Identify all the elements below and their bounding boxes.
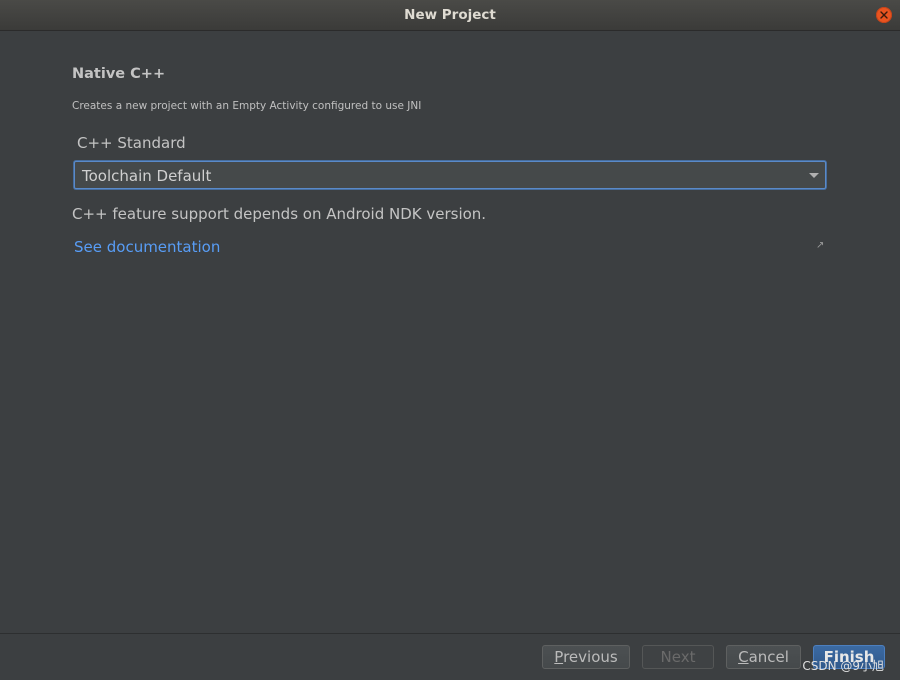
chevron-down-icon [809, 173, 819, 178]
previous-label: revious [563, 648, 618, 666]
close-icon [880, 11, 888, 19]
cancel-button[interactable]: Cancel [726, 645, 801, 669]
window-title: New Project [404, 7, 496, 23]
cpp-standard-select[interactable]: Toolchain Default [74, 161, 826, 189]
previous-mnemonic: P [554, 648, 564, 666]
new-project-dialog: New Project Native C++ Creates a new pro… [0, 0, 900, 680]
cancel-label: ancel [748, 648, 789, 666]
see-documentation-link[interactable]: See documentation [74, 238, 220, 256]
next-label: Next [660, 648, 696, 666]
external-link-icon: ↗ [816, 240, 825, 251]
cpp-standard-label: C++ Standard [77, 134, 186, 152]
page-description: Creates a new project with an Empty Acti… [72, 100, 422, 112]
page-title: Native C++ [72, 66, 166, 82]
finish-label: Finish [823, 648, 875, 666]
button-bar: Previous Next Cancel Finish CSDN @9小旭 [0, 633, 900, 680]
close-button[interactable] [876, 7, 892, 23]
ndk-info-text: C++ feature support depends on Android N… [72, 205, 487, 223]
cancel-mnemonic: C [738, 648, 749, 666]
title-bar[interactable]: New Project [0, 0, 900, 31]
cpp-standard-value: Toolchain Default [82, 167, 212, 185]
previous-button[interactable]: Previous [542, 645, 630, 669]
next-button[interactable]: Next [642, 645, 714, 669]
finish-button[interactable]: Finish [813, 645, 885, 669]
